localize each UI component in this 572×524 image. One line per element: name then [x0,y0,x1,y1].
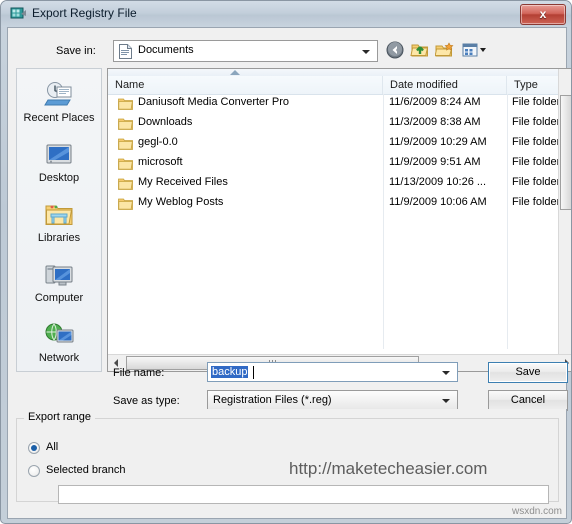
cell-name: Downloads [138,116,193,128]
cell-name: microsoft [138,156,183,168]
export-range-title: Export range [24,411,95,423]
cell-date-modified: 11/3/2009 8:38 AM [389,116,481,128]
file-list: Name Date modified Type Daniusoft Media … [107,68,571,372]
folder-icon [118,137,133,151]
selected-branch-input[interactable] [58,485,549,504]
file-name-label: File name: [113,367,165,379]
close-icon: x [539,7,547,21]
table-row[interactable]: microsoft 11/9/2009 9:51 AM File folder [108,154,571,174]
window-title: Export Registry File [32,6,137,20]
sidebar-item-network[interactable]: Network [17,319,101,364]
cell-name: My Received Files [138,176,228,188]
cell-date-modified: 11/13/2009 10:26 ... [389,176,487,188]
radio-label: All [46,441,59,453]
file-rows: Daniusoft Media Converter Pro 11/6/2009 … [108,94,571,214]
recent-places-icon [43,79,75,111]
site-watermark: wsxdn.com [511,506,562,517]
table-row[interactable]: My Received Files 11/13/2009 10:26 ... F… [108,174,571,194]
column-headers: Name Date modified Type [108,76,571,95]
documents-icon [118,43,133,60]
column-header-name[interactable]: Name [108,76,383,94]
chevron-down-icon [362,50,370,54]
table-row[interactable]: gegl-0.0 11/9/2009 10:29 AM File folder [108,134,571,154]
sort-ascending-icon [230,70,240,75]
sidebar-item-label: Desktop [38,172,80,184]
cell-date-modified: 11/9/2009 10:06 AM [389,196,487,208]
new-folder-button[interactable] [434,40,457,61]
radio-unselected-icon [28,465,40,477]
save-in-label: Save in: [56,45,96,57]
sidebar-item-label: Network [38,352,80,364]
up-one-level-button[interactable] [410,40,432,61]
table-row[interactable]: Daniusoft Media Converter Pro 11/6/2009 … [108,94,571,114]
views-button[interactable] [461,40,491,61]
export-registry-file-dialog: Export Registry File x Save in: Document… [0,0,572,524]
cell-name: gegl-0.0 [138,136,178,148]
registry-editor-icon [10,5,27,22]
sidebar-item-label: Computer [34,292,84,304]
save-as-type-label: Save as type: [113,395,180,407]
export-range-section: Export range All Selected branch wsxdn.c… [7,409,567,519]
close-button[interactable]: x [520,4,566,25]
cell-date-modified: 11/9/2009 9:51 AM [389,156,481,168]
save-as-type-value: Registration Files (*.reg) [213,394,332,406]
column-header-date-modified[interactable]: Date modified [383,76,507,94]
sidebar-item-label: Recent Places [23,112,95,124]
folder-icon [118,157,133,171]
file-name-input[interactable]: backup [207,362,458,382]
dialog-body: Save in: Documents Recent Places Desktop… [7,27,571,411]
save-in-dropdown[interactable]: Documents [113,40,378,62]
folder-icon [118,197,133,211]
computer-icon [43,259,75,291]
save-as-type-dropdown[interactable]: Registration Files (*.reg) [207,390,458,410]
sidebar-item-desktop[interactable]: Desktop [17,139,101,184]
save-in-value: Documents [138,44,194,56]
file-name-value: backup [211,366,249,378]
network-icon [43,319,75,351]
desktop-icon [43,139,75,171]
radio-selected-icon [28,442,40,454]
sidebar-item-label: Libraries [37,232,81,244]
vertical-scrollbar-thumb[interactable] [560,95,571,210]
cancel-button[interactable]: Cancel [488,390,568,411]
chevron-down-icon[interactable] [442,371,450,375]
save-button[interactable]: Save [488,362,568,383]
libraries-icon [43,199,75,231]
title-bar: Export Registry File x [1,1,571,27]
table-row[interactable]: My Weblog Posts 11/9/2009 10:06 AM File … [108,194,571,214]
table-row[interactable]: Downloads 11/3/2009 8:38 AM File folder [108,114,571,134]
chevron-left-icon [114,359,118,367]
back-button[interactable] [385,40,407,61]
folder-icon [118,117,133,131]
sidebar-item-recent-places[interactable]: Recent Places [17,79,101,124]
sidebar-item-computer[interactable]: Computer [17,259,101,304]
folder-icon [118,97,133,111]
places-sidebar: Recent Places Desktop Libraries Computer… [16,68,102,372]
sidebar-item-libraries[interactable]: Libraries [17,199,101,244]
radio-label: Selected branch [46,464,126,476]
cell-date-modified: 11/6/2009 8:24 AM [389,96,481,108]
vertical-scrollbar[interactable] [558,69,571,371]
cell-name: My Weblog Posts [138,196,224,208]
cell-date-modified: 11/9/2009 10:29 AM [389,136,487,148]
cell-name: Daniusoft Media Converter Pro [138,96,290,108]
folder-icon [118,177,133,191]
text-caret [253,366,254,379]
chevron-down-icon [442,399,450,403]
